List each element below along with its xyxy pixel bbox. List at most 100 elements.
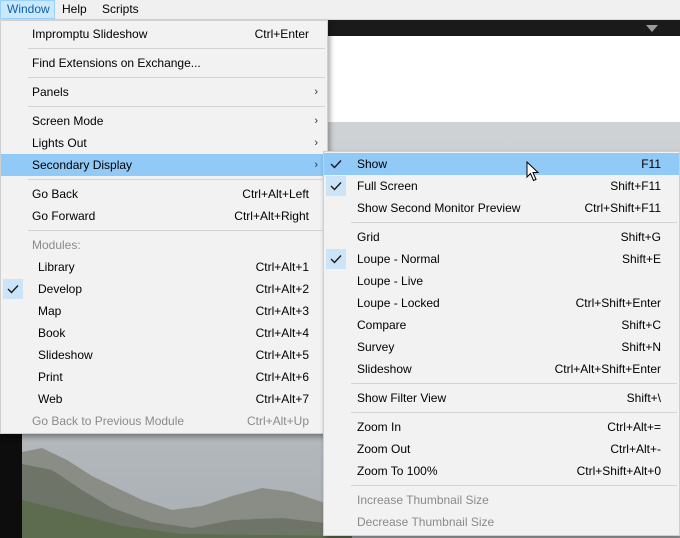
menu-item-go-back[interactable]: Go Back Ctrl+Alt+Left <box>1 183 327 205</box>
menu-item-find-extensions[interactable]: Find Extensions on Exchange... <box>1 52 327 74</box>
menu-item-develop[interactable]: Develop Ctrl+Alt+2 <box>1 278 327 300</box>
menu-item-label: Full Screen <box>357 179 418 193</box>
menu-item-label: Web <box>38 392 63 406</box>
menu-separator <box>28 48 325 49</box>
checkmark-icon <box>3 279 23 299</box>
menu-item-label: Zoom In <box>357 420 402 434</box>
menu-item-label: Loupe - Normal <box>357 252 440 266</box>
menu-item-shortcut: Shift+G <box>620 230 661 244</box>
menu-item-shortcut: Ctrl+Alt+Left <box>242 187 309 201</box>
menu-heading-modules: Modules: <box>1 234 327 256</box>
menu-item-print[interactable]: Print Ctrl+Alt+6 <box>1 366 327 388</box>
submenu-item-show[interactable]: Show F11 <box>324 153 679 175</box>
menu-item-library[interactable]: Library Ctrl+Alt+1 <box>1 256 327 278</box>
chevron-right-icon: › <box>314 137 318 149</box>
submenu-item-loupe-live[interactable]: Loupe - Live <box>324 270 679 292</box>
submenu-item-survey[interactable]: Survey Shift+N <box>324 336 679 358</box>
panel-collapse-icon[interactable] <box>646 25 658 32</box>
menu-item-panels[interactable]: Panels › <box>1 81 327 103</box>
menu-item-label: Go Back <box>32 187 79 201</box>
menu-item-go-back-previous-module: Go Back to Previous Module Ctrl+Alt+Up <box>1 410 327 432</box>
menubar-scripts[interactable]: Scripts <box>96 0 145 19</box>
menu-item-shortcut: Ctrl+Alt+Up <box>246 414 309 428</box>
submenu-item-loupe-locked[interactable]: Loupe - Locked Ctrl+Shift+Enter <box>324 292 679 314</box>
chevron-right-icon: › <box>314 159 318 171</box>
submenu-item-loupe-normal[interactable]: Loupe - Normal Shift+E <box>324 248 679 270</box>
menu-item-shortcut: Ctrl+Alt+Shift+Enter <box>554 362 661 376</box>
submenu-item-zoom-out[interactable]: Zoom Out Ctrl+Alt+- <box>324 438 679 460</box>
menu-item-label: Slideshow <box>357 362 412 376</box>
menu-item-label: Loupe - Locked <box>357 296 440 310</box>
menu-item-secondary-display[interactable]: Secondary Display › <box>1 154 327 176</box>
menu-item-slideshow[interactable]: Slideshow Ctrl+Alt+5 <box>1 344 327 366</box>
menu-item-book[interactable]: Book Ctrl+Alt+4 <box>1 322 327 344</box>
menu-item-shortcut: Ctrl+Alt+Right <box>234 209 309 223</box>
menu-item-label: Compare <box>357 318 407 332</box>
submenu-item-grid[interactable]: Grid Shift+G <box>324 226 679 248</box>
checkmark-icon <box>326 154 346 174</box>
menu-item-shortcut: Ctrl+Shift+Alt+0 <box>576 464 661 478</box>
menu-item-label: Impromptu Slideshow <box>32 27 148 41</box>
menu-item-map[interactable]: Map Ctrl+Alt+3 <box>1 300 327 322</box>
submenu-item-slideshow[interactable]: Slideshow Ctrl+Alt+Shift+Enter <box>324 358 679 380</box>
menu-item-shortcut: Shift+E <box>621 252 661 266</box>
menubar-scripts-label: Scripts <box>102 2 139 16</box>
submenu-item-show-filter-view[interactable]: Show Filter View Shift+\ <box>324 387 679 409</box>
menubar-window[interactable]: Window <box>0 0 55 19</box>
menu-item-label: Survey <box>357 340 395 354</box>
menu-item-shortcut: Shift+N <box>621 340 661 354</box>
menu-item-label: Find Extensions on Exchange... <box>32 56 201 70</box>
menu-item-label: Print <box>38 370 63 384</box>
menu-separator <box>28 179 325 180</box>
menu-item-label: Lights Out <box>32 136 87 150</box>
submenu-item-full-screen[interactable]: Full Screen Shift+F11 <box>324 175 679 197</box>
menu-item-label: Decrease Thumbnail Size <box>357 515 495 529</box>
menu-item-shortcut: Ctrl+Alt+1 <box>255 260 309 274</box>
menu-item-shortcut: Shift+C <box>621 318 661 332</box>
menu-item-label: Panels <box>32 85 69 99</box>
menu-separator <box>28 106 325 107</box>
menu-item-label: Increase Thumbnail Size <box>357 493 489 507</box>
menu-separator <box>351 222 677 223</box>
menu-item-shortcut: Ctrl+Alt+6 <box>255 370 309 384</box>
photo-mountain <box>22 448 352 538</box>
menu-item-label: Screen Mode <box>32 114 104 128</box>
menubar-help-label: Help <box>62 2 87 16</box>
menu-item-shortcut: Ctrl+Alt+- <box>610 442 661 456</box>
checkmark-icon <box>326 249 346 269</box>
chevron-right-icon: › <box>314 86 318 98</box>
menu-item-shortcut: Ctrl+Alt+3 <box>255 304 309 318</box>
menu-item-lights-out[interactable]: Lights Out › <box>1 132 327 154</box>
menu-item-shortcut: Shift+F11 <box>610 179 661 193</box>
menu-item-label: Zoom Out <box>357 442 411 456</box>
submenu-item-zoom-100[interactable]: Zoom To 100% Ctrl+Shift+Alt+0 <box>324 460 679 482</box>
menu-item-label: Develop <box>38 282 83 296</box>
window-menu: Impromptu Slideshow Ctrl+Enter Find Exte… <box>0 20 328 434</box>
mouse-cursor-icon <box>526 161 540 182</box>
menu-separator <box>351 485 677 486</box>
menu-item-label: Show <box>357 157 388 171</box>
menu-item-shortcut: Ctrl+Shift+Enter <box>575 296 661 310</box>
menu-separator <box>28 230 325 231</box>
menu-item-shortcut: Ctrl+Shift+F11 <box>584 201 661 215</box>
menu-item-label: Loupe - Live <box>357 274 424 288</box>
checkmark-icon <box>326 176 346 196</box>
menu-item-label: Show Second Monitor Preview <box>357 201 521 215</box>
submenu-item-zoom-in[interactable]: Zoom In Ctrl+Alt+= <box>324 416 679 438</box>
submenu-item-compare[interactable]: Compare Shift+C <box>324 314 679 336</box>
menu-item-shortcut: Ctrl+Alt+4 <box>255 326 309 340</box>
filmstrip-edge <box>0 430 22 538</box>
menu-item-label: Map <box>38 304 62 318</box>
submenu-item-decrease-thumbnail: Decrease Thumbnail Size <box>324 511 679 533</box>
menu-separator <box>28 77 325 78</box>
menubar-help[interactable]: Help <box>56 0 93 19</box>
menu-item-label: Grid <box>357 230 380 244</box>
menu-item-screen-mode[interactable]: Screen Mode › <box>1 110 327 132</box>
submenu-item-second-monitor-preview[interactable]: Show Second Monitor Preview Ctrl+Shift+F… <box>324 197 679 219</box>
menu-item-label: Go Back to Previous Module <box>32 414 185 428</box>
menu-item-impromptu-slideshow[interactable]: Impromptu Slideshow Ctrl+Enter <box>1 23 327 45</box>
menu-item-go-forward[interactable]: Go Forward Ctrl+Alt+Right <box>1 205 327 227</box>
menu-item-shortcut: Shift+\ <box>626 391 661 405</box>
menu-item-label: Go Forward <box>32 209 96 223</box>
menu-item-web[interactable]: Web Ctrl+Alt+7 <box>1 388 327 410</box>
